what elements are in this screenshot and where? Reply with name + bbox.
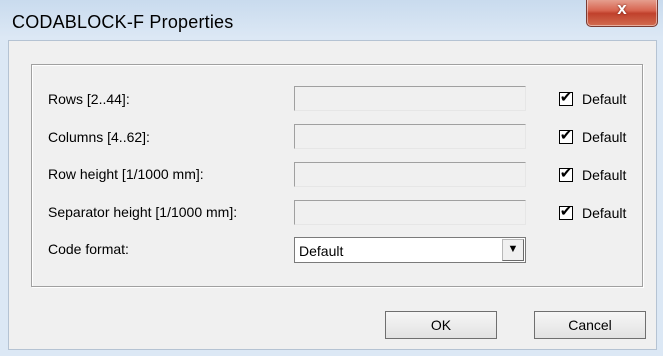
title-bar[interactable]: CODABLOCK-F Properties x <box>0 0 663 40</box>
rows-default-label[interactable]: Default <box>582 91 626 107</box>
dialog-body: Rows [2..44]: ✔ Default Columns [4..62]:… <box>8 40 657 350</box>
checkmark-icon: ✔ <box>559 203 573 220</box>
columns-default-label[interactable]: Default <box>582 129 626 145</box>
checkmark-icon: ✔ <box>559 89 573 106</box>
separator-height-input <box>294 200 526 225</box>
separator-height-label: Separator height [1/1000 mm]: <box>48 204 238 220</box>
code-format-select[interactable]: Default ▼ <box>294 237 526 263</box>
separator-height-default-label[interactable]: Default <box>582 205 626 221</box>
checkmark-icon: ✔ <box>559 127 573 144</box>
columns-label: Columns [4..62]: <box>48 129 150 145</box>
row-height-default-label[interactable]: Default <box>582 167 626 183</box>
rows-input <box>294 86 526 111</box>
ok-button[interactable]: OK <box>385 311 497 339</box>
dropdown-button[interactable]: ▼ <box>502 239 524 261</box>
row-height-default-checkbox[interactable]: ✔ <box>559 165 573 182</box>
row-height-label: Row height [1/1000 mm]: <box>48 166 204 182</box>
code-format-label: Code format: <box>48 241 129 257</box>
columns-input <box>294 124 526 149</box>
code-format-value: Default <box>299 243 344 259</box>
rows-default-checkbox[interactable]: ✔ <box>559 89 573 106</box>
cancel-button[interactable]: Cancel <box>534 311 646 339</box>
close-button[interactable]: x <box>586 0 658 27</box>
checkmark-icon: ✔ <box>559 165 573 182</box>
chevron-down-icon: ▼ <box>507 243 519 255</box>
close-icon: x <box>617 0 627 18</box>
row-height-input <box>294 162 526 187</box>
properties-group: Rows [2..44]: ✔ Default Columns [4..62]:… <box>31 64 643 287</box>
rows-label: Rows [2..44]: <box>48 91 130 107</box>
separator-height-default-checkbox[interactable]: ✔ <box>559 203 573 220</box>
columns-default-checkbox[interactable]: ✔ <box>559 127 573 144</box>
dialog-title: CODABLOCK-F Properties <box>12 12 234 32</box>
dialog-window: CODABLOCK-F Properties x Rows [2..44]: ✔… <box>0 0 663 356</box>
